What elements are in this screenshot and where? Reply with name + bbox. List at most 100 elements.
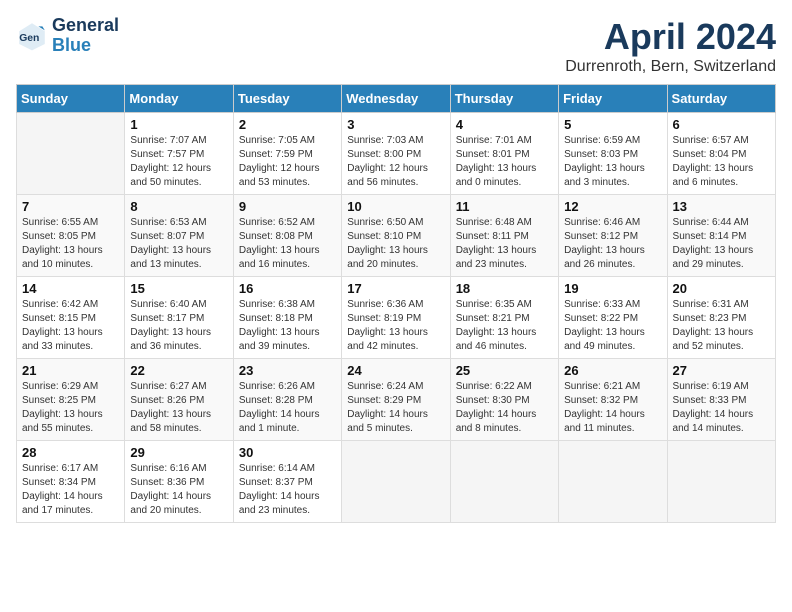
day-info: Sunrise: 7:05 AM Sunset: 7:59 PM Dayligh…	[239, 134, 336, 190]
calendar-cell: 12 Sunrise: 6:46 AM Sunset: 8:12 PM Dayli…	[559, 195, 667, 277]
day-number: 12	[564, 199, 661, 214]
calendar-cell: 30 Sunrise: 6:14 AM Sunset: 8:37 PM Dayli…	[233, 441, 341, 523]
calendar-cell: 21 Sunrise: 6:29 AM Sunset: 8:25 PM Dayli…	[17, 359, 125, 441]
day-number: 25	[456, 363, 553, 378]
day-info: Sunrise: 6:33 AM Sunset: 8:22 PM Dayligh…	[564, 298, 661, 354]
day-info: Sunrise: 6:46 AM Sunset: 8:12 PM Dayligh…	[564, 216, 661, 272]
calendar-cell: 2Sunrise: 7:05 AM Sunset: 7:59 PM Daylig…	[233, 113, 341, 195]
day-number: 22	[130, 363, 227, 378]
day-info: Sunrise: 6:53 AM Sunset: 8:07 PM Dayligh…	[130, 216, 227, 272]
calendar-cell: 10 Sunrise: 6:50 AM Sunset: 8:10 PM Dayli…	[342, 195, 450, 277]
day-info: Sunrise: 6:52 AM Sunset: 8:08 PM Dayligh…	[239, 216, 336, 272]
day-number: 4	[456, 117, 553, 132]
calendar-cell: 26 Sunrise: 6:21 AM Sunset: 8:32 PM Dayli…	[559, 359, 667, 441]
day-number: 24	[347, 363, 444, 378]
calendar-cell: 16Sunrise: 6:38 AM Sunset: 8:18 PM Dayli…	[233, 277, 341, 359]
week-row-2: 14 Sunrise: 6:42 AM Sunset: 8:15 PM Dayli…	[17, 277, 776, 359]
day-number: 28	[22, 445, 119, 460]
day-number: 20	[673, 281, 770, 296]
calendar-cell: 19 Sunrise: 6:33 AM Sunset: 8:22 PM Dayli…	[559, 277, 667, 359]
day-info: Sunrise: 7:03 AM Sunset: 8:00 PM Dayligh…	[347, 134, 444, 190]
day-info: Sunrise: 7:07 AM Sunset: 7:57 PM Dayligh…	[130, 134, 227, 190]
day-number: 8	[130, 199, 227, 214]
calendar-cell: 22 Sunrise: 6:27 AM Sunset: 8:26 PM Dayli…	[125, 359, 233, 441]
day-number: 11	[456, 199, 553, 214]
weekday-monday: Monday	[125, 85, 233, 113]
day-number: 30	[239, 445, 336, 460]
calendar-cell: 23 Sunrise: 6:26 AM Sunset: 8:28 PM Dayli…	[233, 359, 341, 441]
day-info: Sunrise: 6:16 AM Sunset: 8:36 PM Dayligh…	[130, 462, 227, 518]
day-info: Sunrise: 6:59 AM Sunset: 8:03 PM Dayligh…	[564, 134, 661, 190]
day-info: Sunrise: 6:57 AM Sunset: 8:04 PM Dayligh…	[673, 134, 770, 190]
day-info: Sunrise: 6:19 AM Sunset: 8:33 PM Dayligh…	[673, 380, 770, 436]
day-info: Sunrise: 6:26 AM Sunset: 8:28 PM Dayligh…	[239, 380, 336, 436]
day-info: Sunrise: 6:31 AM Sunset: 8:23 PM Dayligh…	[673, 298, 770, 354]
day-info: Sunrise: 6:55 AM Sunset: 8:05 PM Dayligh…	[22, 216, 119, 272]
subtitle: Durrenroth, Bern, Switzerland	[565, 58, 776, 76]
calendar-cell: 9 Sunrise: 6:52 AM Sunset: 8:08 PM Daylig…	[233, 195, 341, 277]
day-info: Sunrise: 6:27 AM Sunset: 8:26 PM Dayligh…	[130, 380, 227, 436]
day-info: Sunrise: 6:24 AM Sunset: 8:29 PM Dayligh…	[347, 380, 444, 436]
day-number: 19	[564, 281, 661, 296]
calendar-cell: 3 Sunrise: 7:03 AM Sunset: 8:00 PM Daylig…	[342, 113, 450, 195]
day-number: 23	[239, 363, 336, 378]
day-number: 6	[673, 117, 770, 132]
day-info: Sunrise: 6:17 AM Sunset: 8:34 PM Dayligh…	[22, 462, 119, 518]
weekday-saturday: Saturday	[667, 85, 775, 113]
weekday-tuesday: Tuesday	[233, 85, 341, 113]
day-info: Sunrise: 6:42 AM Sunset: 8:15 PM Dayligh…	[22, 298, 119, 354]
week-row-3: 21 Sunrise: 6:29 AM Sunset: 8:25 PM Dayli…	[17, 359, 776, 441]
calendar-cell: 13 Sunrise: 6:44 AM Sunset: 8:14 PM Dayli…	[667, 195, 775, 277]
day-number: 13	[673, 199, 770, 214]
day-info: Sunrise: 6:14 AM Sunset: 8:37 PM Dayligh…	[239, 462, 336, 518]
calendar-cell: 27 Sunrise: 6:19 AM Sunset: 8:33 PM Dayli…	[667, 359, 775, 441]
day-info: Sunrise: 6:40 AM Sunset: 8:17 PM Dayligh…	[130, 298, 227, 354]
calendar-cell	[342, 441, 450, 523]
calendar-cell	[559, 441, 667, 523]
day-number: 29	[130, 445, 227, 460]
weekday-thursday: Thursday	[450, 85, 558, 113]
calendar-cell: 7 Sunrise: 6:55 AM Sunset: 8:05 PM Daylig…	[17, 195, 125, 277]
calendar-cell	[17, 113, 125, 195]
day-number: 10	[347, 199, 444, 214]
day-info: Sunrise: 6:44 AM Sunset: 8:14 PM Dayligh…	[673, 216, 770, 272]
title-area: April 2024 Durrenroth, Bern, Switzerland	[565, 16, 776, 76]
logo: Gen General Blue	[16, 16, 119, 56]
calendar-cell: 28 Sunrise: 6:17 AM Sunset: 8:34 PM Dayli…	[17, 441, 125, 523]
day-number: 3	[347, 117, 444, 132]
calendar-cell: 18 Sunrise: 6:35 AM Sunset: 8:21 PM Dayli…	[450, 277, 558, 359]
day-number: 16	[239, 281, 336, 296]
calendar-cell	[450, 441, 558, 523]
day-number: 5	[564, 117, 661, 132]
day-number: 14	[22, 281, 119, 296]
calendar-cell: 6 Sunrise: 6:57 AM Sunset: 8:04 PM Daylig…	[667, 113, 775, 195]
week-row-4: 28 Sunrise: 6:17 AM Sunset: 8:34 PM Dayli…	[17, 441, 776, 523]
weekday-wednesday: Wednesday	[342, 85, 450, 113]
day-number: 15	[130, 281, 227, 296]
calendar-cell: 5 Sunrise: 6:59 AM Sunset: 8:03 PM Daylig…	[559, 113, 667, 195]
day-info: Sunrise: 7:01 AM Sunset: 8:01 PM Dayligh…	[456, 134, 553, 190]
day-number: 1	[130, 117, 227, 132]
calendar-cell: 4 Sunrise: 7:01 AM Sunset: 8:01 PM Daylig…	[450, 113, 558, 195]
calendar-cell: 15 Sunrise: 6:40 AM Sunset: 8:17 PM Dayli…	[125, 277, 233, 359]
calendar-cell: 1 Sunrise: 7:07 AM Sunset: 7:57 PM Daylig…	[125, 113, 233, 195]
day-number: 18	[456, 281, 553, 296]
day-info: Sunrise: 6:48 AM Sunset: 8:11 PM Dayligh…	[456, 216, 553, 272]
day-number: 27	[673, 363, 770, 378]
day-info: Sunrise: 6:21 AM Sunset: 8:32 PM Dayligh…	[564, 380, 661, 436]
day-number: 7	[22, 199, 119, 214]
day-number: 26	[564, 363, 661, 378]
day-number: 9	[239, 199, 336, 214]
logo-icon: Gen	[16, 20, 48, 52]
day-number: 21	[22, 363, 119, 378]
calendar-cell: 11 Sunrise: 6:48 AM Sunset: 8:11 PM Dayli…	[450, 195, 558, 277]
day-info: Sunrise: 6:36 AM Sunset: 8:19 PM Dayligh…	[347, 298, 444, 354]
day-info: Sunrise: 6:50 AM Sunset: 8:10 PM Dayligh…	[347, 216, 444, 272]
header: Gen General Blue April 2024 Durrenroth, …	[16, 16, 776, 76]
day-number: 17	[347, 281, 444, 296]
day-info: Sunrise: 6:35 AM Sunset: 8:21 PM Dayligh…	[456, 298, 553, 354]
calendar-cell	[667, 441, 775, 523]
weekday-sunday: Sunday	[17, 85, 125, 113]
week-row-0: 1 Sunrise: 7:07 AM Sunset: 7:57 PM Daylig…	[17, 113, 776, 195]
day-info: Sunrise: 6:29 AM Sunset: 8:25 PM Dayligh…	[22, 380, 119, 436]
